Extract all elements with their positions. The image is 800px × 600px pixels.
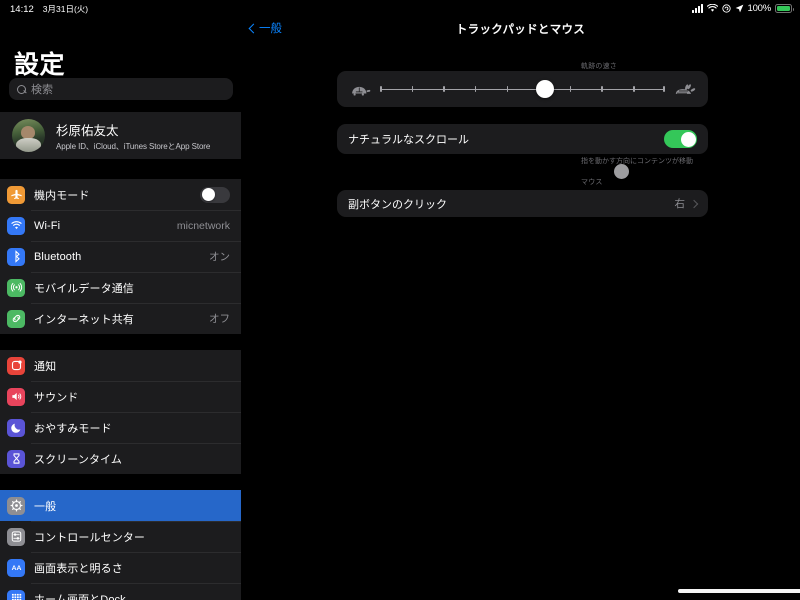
sidebar-group-notifications: 通知サウンドおやすみモード スクリーンタイム [0,350,241,474]
home-indicator[interactable] [678,589,800,593]
gear-icon [7,496,25,515]
status-bar-time: 14:12 [10,3,34,15]
avatar [12,119,45,152]
sidebar-item-label: モバイルデータ通信 [34,282,134,295]
page-title: 設定 [14,51,66,79]
search-placeholder: 検索 [31,84,53,96]
status-bar-right: 100% [691,3,794,14]
pointer-cursor [614,164,629,179]
tortoise-icon [352,86,371,96]
natural-scroll-label: ナチュラルなスクロール [348,134,469,146]
hare-icon [675,83,696,94]
sidebar-group-system: 一般コントロールセンター AA 画面表示と明るさホーム画面とDock [0,490,241,600]
sidebar-item-value: micnetwork [176,219,230,232]
sidebar-item-2-1[interactable]: コントロールセンター [0,521,241,552]
sidebar-item-2-0[interactable]: 一般 [0,490,241,521]
hourglass-icon [7,449,25,468]
sidebar-item-value: オフ [209,313,230,325]
sidebar-item-label: 画面表示と明るさ [34,562,123,575]
sidebar-item-label: 通知 [34,360,57,373]
mouse-section-header: マウス [581,179,603,186]
notifications-icon [7,356,25,375]
sidebar-item-1-3[interactable]: スクリーンタイム [0,443,241,474]
settings-sidebar: 設定 検索 杉原佑友太 Apple ID、iCloud、iTunes Store… [0,0,241,600]
sidebar-item-label: サウンド [34,391,79,404]
display-brightness-icon: AA [7,558,25,577]
secondary-click-row[interactable]: 副ボタンのクリック 右 [337,190,708,217]
sidebar-item-0-3[interactable]: モバイルデータ通信 [0,272,241,303]
sidebar-item-label: コントロールセンター [34,531,145,544]
location-arrow-icon [735,4,743,13]
tracking-speed-section-header: 軌跡の速さ [581,63,617,70]
sidebar-item-label: 機内モード [34,189,90,202]
sidebar-item-value: オン [209,251,230,263]
chevron-right-icon [689,199,699,208]
detail-title: トラックパッドとマウス [455,24,586,36]
sidebar-item-0-2[interactable]: Bluetooth オン [0,241,241,272]
status-bar: 14:12 3月31日(火) 100% [0,0,800,18]
slider-knob[interactable] [536,80,555,98]
sidebar-item-2-2[interactable]: AA 画面表示と明るさ [0,552,241,583]
sidebar-item-0-1[interactable]: Wi-Fi micnetwork [0,210,241,241]
sidebar-item-label: Wi-Fi [34,219,61,232]
account-text: 杉原佑友太 Apple ID、iCloud、iTunes StoreとApp S… [56,120,210,152]
control-center-icon [7,527,25,546]
sidebar-group-connectivity: 機内モード Wi-Fi micnetwork Bluetooth オンモバイルデータ通信… [0,179,241,334]
sidebar-item-0-0[interactable]: 機内モード [0,179,241,210]
search-input[interactable]: 検索 [9,78,233,100]
sidebar-item-1-1[interactable]: サウンド [0,381,241,412]
airplane-icon [7,185,25,204]
sidebar-item-1-2[interactable]: おやすみモード [0,412,241,443]
sidebar-item-label: Bluetooth [34,250,82,263]
natural-scroll-row[interactable]: ナチュラルなスクロール [337,124,708,154]
account-subtitle: Apple ID、iCloud、iTunes StoreとApp Store [56,141,211,151]
sidebar-item-label: 一般 [34,500,57,513]
detail-pane: 一般 トラックパッドとマウス 軌跡の速さ ナチュラルなスクロール 指を動かす方向… [241,0,800,600]
sidebar-item-label: インターネット共有 [34,313,134,326]
battery-charging-icon [775,4,794,13]
search-icon [17,84,26,94]
svg-text:AA: AA [11,565,21,572]
wifi-icon [7,216,25,235]
sidebar-item-0-4[interactable]: インターネット共有 オフ [0,303,241,334]
ipad-settings-screen: 14:12 3月31日(火) 100% 設定 検索 杉原佑友太 Apple ID… [0,0,800,600]
hotspot-link-icon [7,309,25,328]
sidebar-item-label: スクリーンタイム [34,453,123,466]
bluetooth-icon [7,247,25,266]
sound-speaker-icon [7,387,25,406]
sidebar-item-label: おやすみモード [34,422,112,435]
home-screen-dock-icon [7,589,25,600]
sidebar-item-2-3[interactable]: ホーム画面とDock [0,583,241,600]
tracking-speed-card [337,71,708,107]
airplane-mode-toggle[interactable] [200,186,230,203]
status-bar-left: 14:12 3月31日(火) [10,3,88,15]
moon-icon [7,418,25,437]
sidebar-item-1-0[interactable]: 通知 [0,350,241,381]
account-name: 杉原佑友太 [56,123,119,138]
battery-percent-label: 100% [747,3,772,14]
sidebar-item-label: ホーム画面とDock [34,593,126,600]
secondary-click-label: 副ボタンのクリック [348,198,447,211]
cellular-signal-icon [691,4,703,13]
tracking-speed-slider[interactable] [380,80,665,98]
natural-scroll-footnote: 指を動かす方向にコンテンツが移動 [581,158,693,165]
natural-scroll-toggle[interactable] [664,130,697,148]
status-bar-date: 3月31日(火) [42,4,89,14]
slider-track [380,88,665,91]
cellular-antenna-icon [7,278,25,297]
apple-account-row[interactable]: 杉原佑友太 Apple ID、iCloud、iTunes StoreとApp S… [0,112,241,159]
secondary-click-value: 右 [674,198,686,210]
wifi-icon [706,4,718,12]
rotation-lock-icon [721,4,731,13]
